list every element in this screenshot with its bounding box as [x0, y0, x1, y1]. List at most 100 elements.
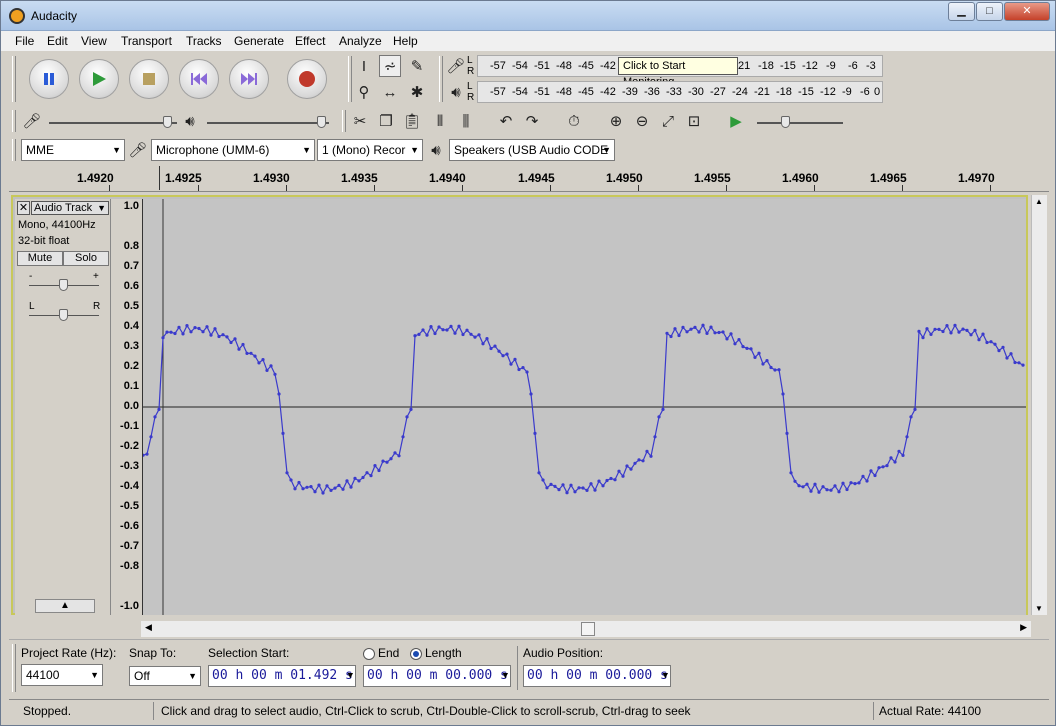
gain-slider-thumb[interactable]: [59, 279, 68, 291]
playback-device-select[interactable]: Speakers (USB Audio CODE ▼: [449, 139, 615, 161]
toolbar-grip[interactable]: [342, 110, 346, 132]
record-meter-mic-icon[interactable]: 🎤︎: [445, 55, 467, 77]
trim-icon[interactable]: ⫴: [429, 110, 451, 132]
menu-view[interactable]: View: [81, 34, 107, 48]
menu-file[interactable]: File: [15, 34, 34, 48]
scroll-left-icon[interactable]: ◀: [145, 622, 152, 633]
menu-generate[interactable]: Generate: [234, 34, 284, 48]
toolbar-grip[interactable]: [12, 644, 16, 692]
sample-point: [781, 392, 785, 396]
fit-project-icon[interactable]: ⊡: [683, 110, 705, 132]
menu-help[interactable]: Help: [393, 34, 418, 48]
play-button[interactable]: [79, 59, 119, 99]
redo-icon[interactable]: ↷: [521, 110, 543, 132]
menu-effect[interactable]: Effect: [295, 34, 325, 48]
meter-tick: -15: [780, 60, 796, 72]
menu-tracks[interactable]: Tracks: [186, 34, 222, 48]
sample-point: [237, 347, 241, 351]
toolbar-grip[interactable]: [439, 56, 443, 102]
sample-point: [913, 407, 917, 411]
selection-length-field[interactable]: 00 h 00 m 00.000 s ▼: [363, 665, 511, 687]
project-rate-select[interactable]: 44100 ▼: [21, 664, 103, 686]
record-meter[interactable]: -57 -54 -51 -48 -45 -42 -3 21 -18 -15 -1…: [477, 55, 883, 88]
collapse-track-button[interactable]: ▲: [35, 599, 95, 613]
track-close-button[interactable]: ✕: [17, 201, 30, 215]
play-speed-thumb[interactable]: [781, 116, 790, 128]
audio-host-select[interactable]: MME ▼: [21, 139, 125, 161]
track-name-menu[interactable]: Audio Track ▼: [31, 201, 109, 215]
sample-point: [973, 328, 977, 332]
zoom-out-icon[interactable]: ⊖: [631, 110, 653, 132]
menu-edit[interactable]: Edit: [47, 34, 68, 48]
snap-to-select[interactable]: Off ▼: [129, 666, 201, 686]
sync-lock-icon[interactable]: ⏱: [563, 110, 585, 132]
output-volume-thumb[interactable]: [317, 116, 326, 128]
waveform-display[interactable]: [141, 199, 1026, 615]
draw-tool-icon[interactable]: ✎: [406, 55, 428, 77]
skip-to-start-button[interactable]: [179, 59, 219, 99]
vertical-scrollbar[interactable]: ▲ ▼: [1031, 195, 1047, 615]
end-radio[interactable]: [363, 648, 375, 660]
horizontal-scroll-thumb[interactable]: [581, 622, 595, 636]
sample-point: [557, 488, 561, 492]
copy-icon[interactable]: ❐: [375, 110, 397, 132]
sample-point: [745, 346, 749, 350]
minimize-button[interactable]: ▁: [948, 2, 975, 21]
record-button[interactable]: [287, 59, 327, 99]
output-volume-slider[interactable]: [207, 122, 329, 124]
pause-button[interactable]: [29, 59, 69, 99]
sample-point: [221, 333, 225, 337]
length-radio[interactable]: [410, 648, 422, 660]
toolbar-grip[interactable]: [12, 56, 16, 102]
play-speed-slider[interactable]: [757, 122, 843, 124]
scroll-up-icon[interactable]: ▲: [1035, 197, 1043, 206]
input-volume-thumb[interactable]: [163, 116, 172, 128]
envelope-tool-icon[interactable]: ⩫: [379, 55, 401, 77]
toolbar-grip[interactable]: [348, 56, 352, 102]
selection-start-field[interactable]: 00 h 00 m 01.492 s ▼: [208, 665, 356, 687]
sample-point: [409, 407, 413, 411]
fit-selection-icon[interactable]: ⤢: [657, 110, 679, 132]
zoom-tool-icon[interactable]: ⚲: [353, 81, 375, 103]
selection-tool-icon[interactable]: I: [353, 55, 375, 77]
cut-icon[interactable]: ✂: [349, 110, 371, 132]
skip-to-end-button[interactable]: [229, 59, 269, 99]
audio-position-field[interactable]: 00 h 00 m 00.000 s ▼: [523, 665, 671, 687]
toolbar-grip[interactable]: [12, 110, 16, 132]
scroll-down-icon[interactable]: ▼: [1035, 604, 1043, 613]
sample-point: [493, 344, 497, 348]
scroll-right-icon[interactable]: ▶: [1020, 622, 1027, 633]
amplitude-label: -1.0: [120, 600, 139, 612]
input-volume-slider[interactable]: [49, 122, 177, 124]
selection-start-label: Selection Start:: [208, 646, 290, 660]
recording-device-select[interactable]: Microphone (UMM-6) ▼: [151, 139, 315, 161]
solo-button[interactable]: Solo: [63, 251, 109, 266]
sample-point: [497, 349, 501, 353]
zoom-in-icon[interactable]: ⊕: [605, 110, 627, 132]
playback-meter[interactable]: -57 -54 -51 -48 -45 -42 -39 -36 -33 -30 …: [477, 81, 883, 103]
paste-icon[interactable]: 📋︎: [401, 110, 423, 132]
maximize-button[interactable]: □: [976, 2, 1003, 21]
sample-point: [273, 372, 277, 376]
play-at-speed-icon[interactable]: ▶: [725, 110, 747, 132]
close-button[interactable]: ✕: [1004, 2, 1050, 21]
multi-tool-icon[interactable]: ✱: [406, 81, 428, 103]
stop-button[interactable]: [129, 59, 169, 99]
menu-analyze[interactable]: Analyze: [339, 34, 382, 48]
silence-icon[interactable]: ⫼: [455, 110, 477, 132]
amplitude-ruler[interactable]: 1.0 0.8 0.7 0.6 0.5 0.4 0.3 0.2 0.1 0.0 -0.1 -0.2 -0…: [111, 199, 143, 615]
pan-slider-thumb[interactable]: [59, 309, 68, 321]
timeshift-tool-icon[interactable]: ↔: [379, 81, 401, 103]
undo-icon[interactable]: ↶: [495, 110, 517, 132]
audio-track[interactable]: ✕ Audio Track ▼ Mono, 44100Hz 32-bit floa…: [11, 195, 1028, 615]
sample-point: [561, 483, 565, 487]
sample-point: [649, 454, 653, 458]
timeline-ruler[interactable]: 1.4920 1.4925 1.4930 1.4935 1.4940 1.494…: [9, 164, 1049, 192]
horizontal-scrollbar[interactable]: ◀ ▶: [141, 621, 1031, 637]
mute-button[interactable]: Mute: [17, 251, 63, 266]
recording-channels-select[interactable]: 1 (Mono) Recor ▼: [317, 139, 423, 161]
toolbar-grip[interactable]: [12, 139, 16, 161]
sample-point: [405, 415, 409, 419]
menu-transport[interactable]: Transport: [121, 34, 172, 48]
play-meter-speaker-icon[interactable]: 🔊︎: [445, 81, 467, 103]
